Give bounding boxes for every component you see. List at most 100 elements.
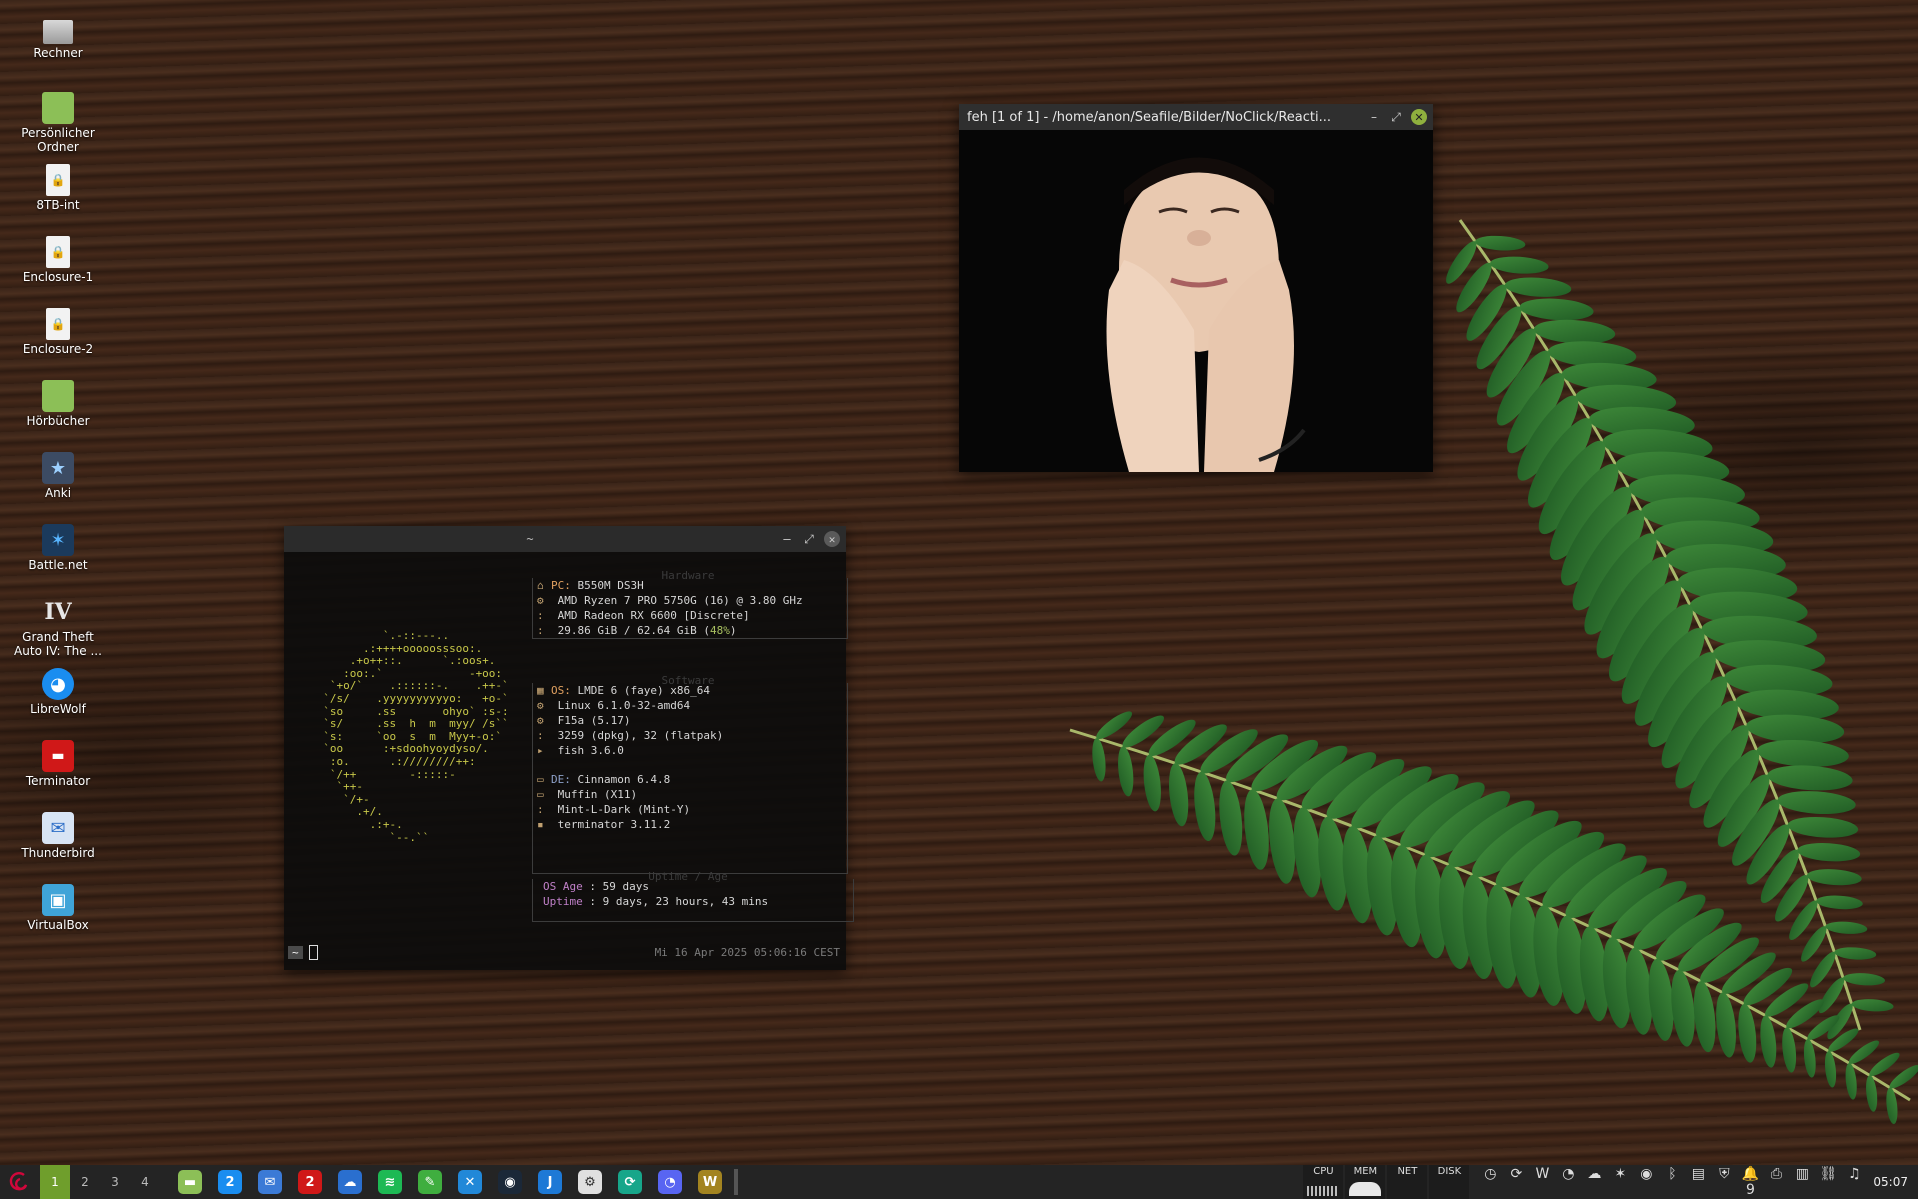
taskbar-app-librewolf[interactable]: 2 xyxy=(210,1165,250,1199)
fern-leaflet xyxy=(1490,256,1549,274)
info-value: AMD Ryzen 7 PRO 5750G (16) @ 3.80 GHz xyxy=(551,594,803,607)
tray-icon-9[interactable]: ▤ xyxy=(1685,1166,1711,1198)
taskbar-separator xyxy=(734,1169,738,1195)
taskbar-app-settings[interactable]: ⚙ xyxy=(570,1165,610,1199)
desktop-icon-label: Rechner xyxy=(33,46,83,60)
info-row-icon: ▪ xyxy=(537,818,544,831)
feh-displayed-image xyxy=(959,130,1433,472)
info-row: : 3259 (dpkg), 32 (flatpak) xyxy=(537,728,847,743)
taskbar-app-thunderbird[interactable]: ✉ xyxy=(250,1165,290,1199)
tray-icon-6[interactable]: ✶ xyxy=(1607,1166,1633,1198)
desktop-icon-7[interactable]: ★ Anki xyxy=(8,452,108,518)
taskbar: 1234 ▬ 2 ✉ 2 ☁ ≋ ✎ ✕ ◉ J ⚙ ⟳ ◔ W CPU MEM NET DISK ◷ ⟳ W ◔ ☁ ✶… xyxy=(0,1165,1918,1199)
terminator-window[interactable]: ~ – ⤢ ✕ `.-::---.. .:++++ooooosssoo:. .+… xyxy=(284,526,854,970)
tray-icon-5[interactable]: ☁ xyxy=(1581,1166,1607,1198)
monitor-disk[interactable]: DISK xyxy=(1429,1165,1470,1199)
monitor-net[interactable]: NET xyxy=(1387,1165,1428,1199)
monitor-cpu[interactable]: CPU xyxy=(1303,1165,1344,1199)
tray-icon-3[interactable]: W xyxy=(1529,1166,1555,1198)
tray-icon-7[interactable]: ◉ xyxy=(1633,1166,1659,1198)
info-row: ▭ DE: Cinnamon 6.4.8 xyxy=(537,772,847,787)
feh-titlebar[interactable]: feh [1 of 1] - /home/anon/Seafile/Bilder… xyxy=(959,104,1433,130)
desktop-icon-4[interactable]: 🔒 Enclosure-1 xyxy=(8,236,108,302)
fern-leaflet xyxy=(1504,277,1572,297)
monitor-mem[interactable]: MEM xyxy=(1345,1165,1386,1199)
minimize-icon[interactable]: – xyxy=(776,526,798,552)
info-key: DE: xyxy=(551,773,571,786)
desktop-icon-5[interactable]: 🔒 Enclosure-2 xyxy=(8,308,108,374)
taskbar-app-xfce[interactable]: ✕ xyxy=(450,1165,490,1199)
minimize-icon[interactable]: – xyxy=(1363,104,1385,130)
desktop-icon-9[interactable]: IV Grand Theft Auto IV: The ... xyxy=(8,596,108,662)
desktop-icon-label: VirtualBox xyxy=(27,918,89,932)
fern-leaflet xyxy=(1767,765,1853,791)
close-icon[interactable]: ✕ xyxy=(1411,109,1427,125)
fern-leaflet xyxy=(1194,771,1216,842)
tray-icon-8[interactable]: ᛒ xyxy=(1659,1166,1685,1198)
taskbar-app-jellyfin[interactable]: J xyxy=(530,1165,570,1199)
discord-icon: ◔ xyxy=(658,1170,682,1194)
info-row: Uptime : 9 days, 23 hours, 43 mins xyxy=(543,894,853,909)
tray-icon-13[interactable]: ▥ xyxy=(1789,1166,1815,1198)
tray-icon-15[interactable]: ♫ xyxy=(1841,1166,1867,1198)
info-value: B550M DS3H xyxy=(570,579,644,592)
info-value: terminator 3.11.2 xyxy=(551,818,671,831)
desktop-icon-8[interactable]: ✶ Battle.net xyxy=(8,524,108,590)
desktop-icon-2[interactable]: Persönlicher Ordner xyxy=(8,92,108,158)
info-row-icon: : xyxy=(537,803,544,816)
desktop-icon-12[interactable]: ✉ Thunderbird xyxy=(8,812,108,878)
info-row: : 29.86 GiB / 62.64 GiB (48%) xyxy=(537,623,847,638)
feh-image-viewer-window[interactable]: feh [1 of 1] - /home/anon/Seafile/Bilder… xyxy=(959,104,1433,472)
workspace-4[interactable]: 4 xyxy=(130,1165,160,1199)
text-cursor xyxy=(308,944,318,960)
fern-leaflet xyxy=(1851,999,1894,1012)
prompt-line[interactable]: ~ Mi 16 Apr 2025 05:06:16 CEST xyxy=(284,942,846,962)
maximize-icon[interactable]: ⤢ xyxy=(798,526,820,552)
taskbar-app-terminator[interactable]: 2 xyxy=(290,1165,330,1199)
info-row: ⌂ PC: B550M DS3H xyxy=(537,578,847,593)
desktop-icon-10[interactable]: ◕ LibreWolf xyxy=(8,668,108,734)
taskbar-app-seafile[interactable]: ☁ xyxy=(330,1165,370,1199)
taskbar-app-wow[interactable]: W xyxy=(690,1165,730,1199)
spotify-icon: ≋ xyxy=(378,1170,402,1194)
taskbar-app-spotify[interactable]: ≋ xyxy=(370,1165,410,1199)
tray-icon-11[interactable]: 🔔9 xyxy=(1737,1166,1763,1198)
taskbar-app-discord[interactable]: ◔ xyxy=(650,1165,690,1199)
uptime-section: OS Age : 59 days Uptime : 9 days, 23 hour… xyxy=(532,879,854,922)
monitor-label: DISK xyxy=(1437,1166,1462,1177)
desktop-icon-1[interactable]: Rechner xyxy=(8,20,108,86)
workspace-1[interactable]: 1 xyxy=(40,1165,70,1199)
taskbar-app-nextcloud[interactable]: ⟳ xyxy=(610,1165,650,1199)
desktop-icon-11[interactable]: ▬ Terminator xyxy=(8,740,108,806)
fern-leaflet xyxy=(1118,746,1134,797)
desktop-icon-3[interactable]: 🔒 8TB-int xyxy=(8,164,108,230)
taskbar-app-files[interactable]: ▬ xyxy=(170,1165,210,1199)
fern-leaflet xyxy=(1716,992,1736,1058)
info-row-icon: : xyxy=(537,729,544,742)
info-row-icon: ▦ xyxy=(537,684,544,697)
info-value: Mint-L-Dark (Mint-Y) xyxy=(551,803,691,816)
tray-icon-12[interactable]: ⎙ xyxy=(1763,1166,1789,1198)
menu-button[interactable] xyxy=(0,1165,40,1199)
battlenet-icon: ✶ xyxy=(42,524,74,556)
workspace-2[interactable]: 2 xyxy=(70,1165,100,1199)
close-icon[interactable]: ✕ xyxy=(824,531,840,547)
terminator-icon: 2 xyxy=(298,1170,322,1194)
tray-icon-4[interactable]: ◔ xyxy=(1555,1166,1581,1198)
taskbar-app-game-mode[interactable]: ✎ xyxy=(410,1165,450,1199)
taskbar-app-steam[interactable]: ◉ xyxy=(490,1165,530,1199)
clock[interactable]: 05:07 xyxy=(1867,1175,1918,1189)
tray-icon-14[interactable]: ⛓ xyxy=(1815,1166,1841,1198)
tray-icon-1[interactable]: ◷ xyxy=(1477,1166,1503,1198)
desktop-icon-6[interactable]: Hörbücher xyxy=(8,380,108,446)
maximize-icon[interactable]: ⤢ xyxy=(1385,104,1407,130)
desktop-icon-13[interactable]: ▣ VirtualBox xyxy=(8,884,108,950)
terminator-titlebar[interactable]: ~ – ⤢ ✕ xyxy=(284,526,846,552)
info-row: ⚙ AMD Ryzen 7 PRO 5750G (16) @ 3.80 GHz xyxy=(537,593,847,608)
fern-leaflet xyxy=(1671,969,1695,1047)
tray-icon-2[interactable]: ⟳ xyxy=(1503,1166,1529,1198)
tray-icon-10[interactable]: ⛨ xyxy=(1711,1166,1737,1198)
desktop-icon-label: Enclosure-1 xyxy=(22,270,94,284)
info-key: OS: xyxy=(551,684,571,697)
workspace-3[interactable]: 3 xyxy=(100,1165,130,1199)
